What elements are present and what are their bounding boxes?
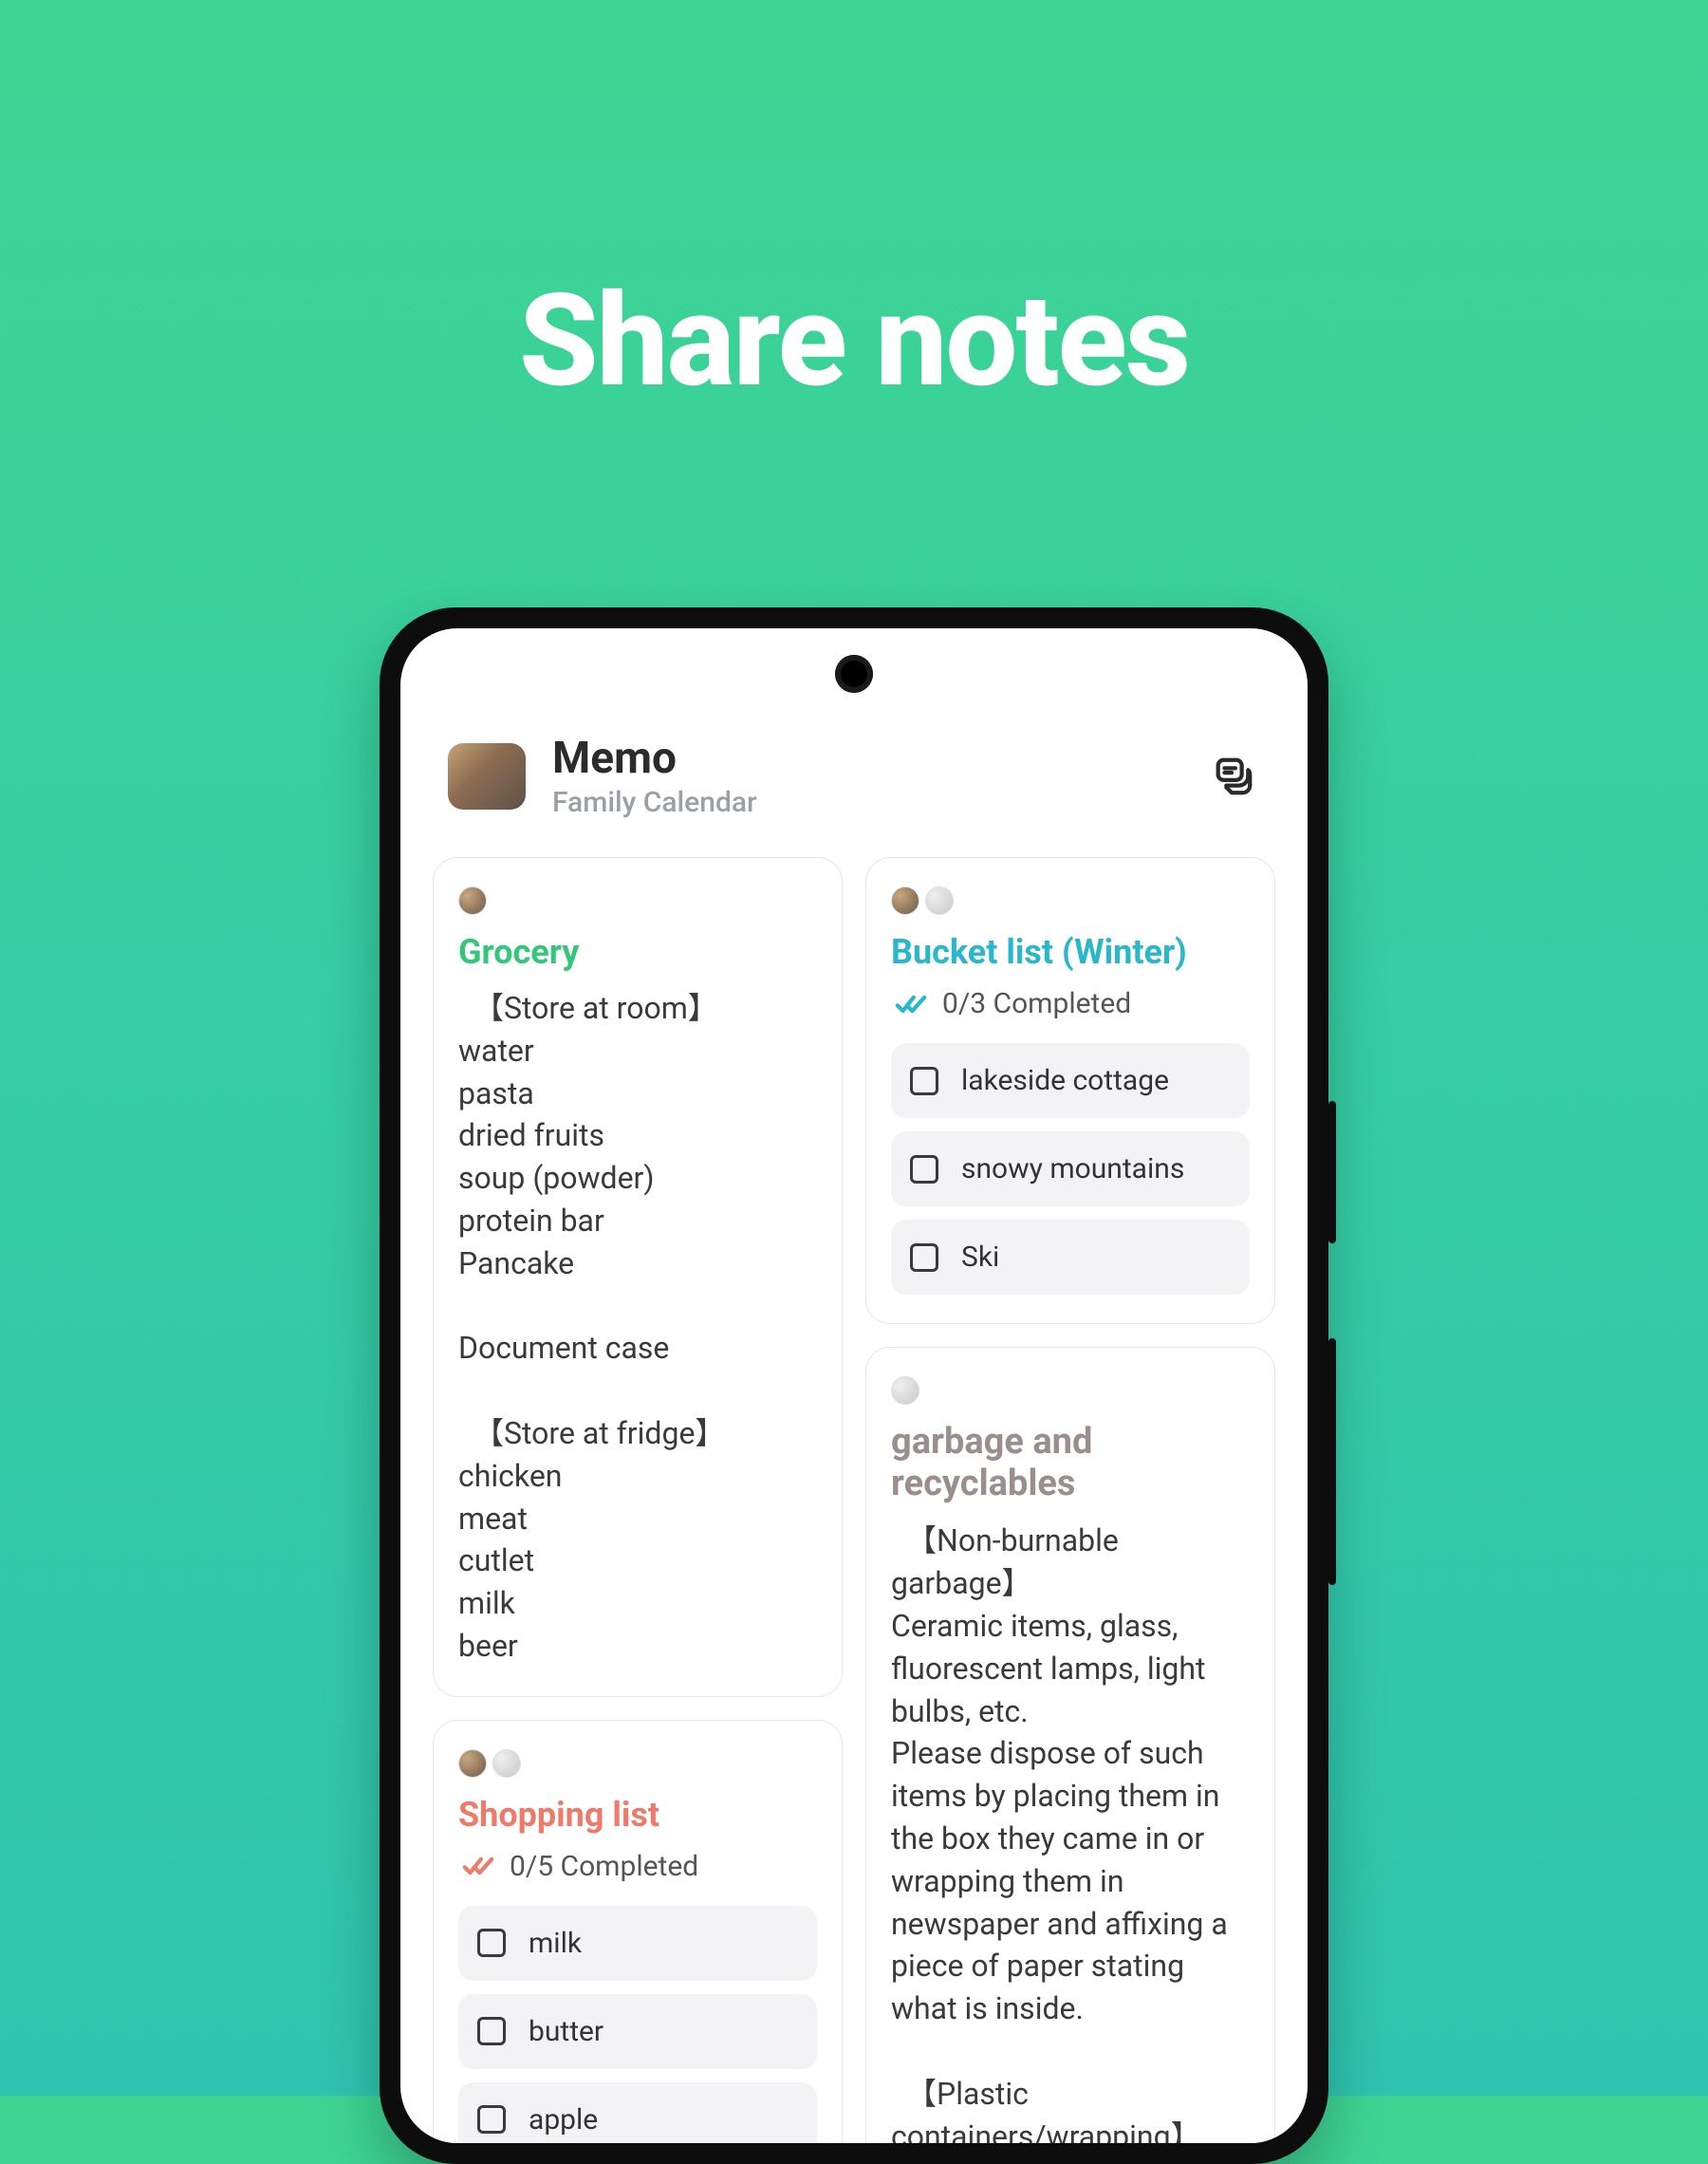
progress-text: 0/3 Completed <box>942 987 1131 1020</box>
checkbox[interactable] <box>477 2105 506 2134</box>
notes-grid: Grocery 【Store at room】 water pasta drie… <box>400 848 1308 2143</box>
checklist-label: apple <box>529 2103 598 2136</box>
checkbox[interactable] <box>910 1155 938 1184</box>
note-body: 【Store at room】 water pasta dried fruits… <box>458 987 817 1668</box>
marketing-headline: Share notes <box>0 266 1708 416</box>
checklist-item[interactable]: snowy mountains <box>891 1131 1250 1206</box>
checklist-label: snowy mountains <box>961 1152 1184 1185</box>
owner-avatar <box>458 886 487 915</box>
phone-screen: Memo Family Calendar Grocery <box>400 628 1308 2143</box>
note-card-shopping[interactable]: Shopping list 0/5 Completed milk butter <box>433 1720 843 2143</box>
checklist-item[interactable]: lakeside cottage <box>891 1043 1250 1118</box>
note-card-grocery[interactable]: Grocery 【Store at room】 water pasta drie… <box>433 857 843 1697</box>
note-card-garbage[interactable]: garbage and recyclables 【Non-burnable ga… <box>865 1347 1275 2143</box>
note-title: Shopping list <box>458 1795 817 1835</box>
owner-avatar <box>492 1749 521 1778</box>
checklist-item[interactable]: butter <box>458 1994 817 2069</box>
note-title: garbage and recyclables <box>891 1422 1250 1504</box>
note-title: Grocery <box>458 932 817 972</box>
messages-button[interactable] <box>1207 750 1260 803</box>
messages-icon <box>1212 755 1255 798</box>
power-button <box>1328 1338 1336 1585</box>
checklist-label: milk <box>529 1927 582 1960</box>
checkbox[interactable] <box>910 1067 938 1095</box>
note-title: Bucket list (Winter) <box>891 932 1250 972</box>
checkbox[interactable] <box>477 1929 506 1957</box>
double-check-icon <box>895 988 927 1020</box>
page-title: Memo <box>552 733 1180 784</box>
checklist-label: butter <box>529 2015 603 2048</box>
note-body: 【Non-burnable garbage】 Ceramic items, gl… <box>891 1520 1250 2143</box>
family-avatar[interactable] <box>448 743 526 810</box>
note-owners <box>458 886 817 915</box>
checklist-label: lakeside cottage <box>961 1064 1169 1097</box>
progress-row: 0/3 Completed <box>895 987 1250 1020</box>
front-camera <box>835 655 873 693</box>
note-owners <box>458 1749 817 1778</box>
checkbox[interactable] <box>477 2017 506 2045</box>
owner-avatar <box>891 886 919 915</box>
page-subtitle: Family Calendar <box>552 786 1180 819</box>
owner-avatar <box>925 886 954 915</box>
note-card-bucket-list[interactable]: Bucket list (Winter) 0/3 Completed lakes… <box>865 857 1275 1324</box>
checkbox[interactable] <box>910 1243 938 1272</box>
note-owners <box>891 1376 1250 1405</box>
note-owners <box>891 886 1250 915</box>
checklist-item[interactable]: apple <box>458 2082 817 2143</box>
checklist-item[interactable]: milk <box>458 1906 817 1981</box>
progress-text: 0/5 Completed <box>510 1850 698 1883</box>
progress-row: 0/5 Completed <box>462 1850 817 1883</box>
phone-frame: Memo Family Calendar Grocery <box>380 607 1328 2164</box>
checklist-label: Ski <box>961 1241 999 1274</box>
double-check-icon <box>462 1850 494 1882</box>
owner-avatar <box>458 1749 487 1778</box>
owner-avatar <box>891 1376 919 1405</box>
volume-button <box>1328 1101 1336 1243</box>
checklist-item[interactable]: Ski <box>891 1220 1250 1295</box>
